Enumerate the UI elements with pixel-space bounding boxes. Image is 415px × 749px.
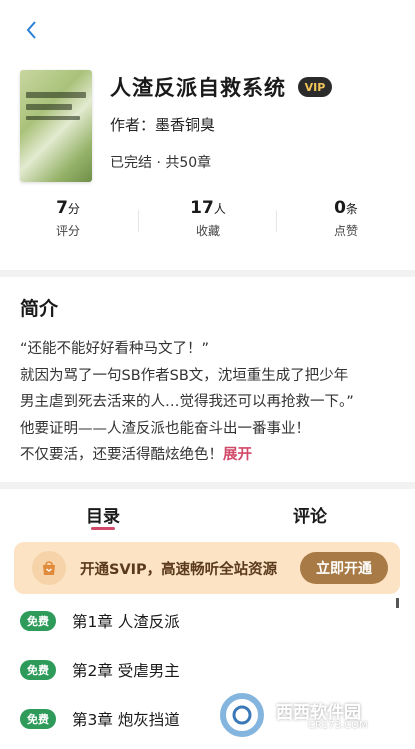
intro-line: “还能不能好好看种马文了！” [20, 341, 210, 357]
stat-likes[interactable]: 0条 点赞 [278, 198, 414, 239]
stat-unit: 人 [213, 202, 226, 216]
section-divider [0, 482, 415, 489]
vip-badge: VIP [298, 77, 332, 97]
intro-line: 男主虐到死去活来的人…觉得我还可以再抢救一下。” [20, 394, 354, 410]
free-badge: 免费 [20, 611, 56, 631]
stat-unit: 条 [345, 202, 358, 216]
chapter-item[interactable]: 免费 第1章 人渣反派 [20, 607, 380, 635]
svip-text: 开通SVIP，高速畅听全站资源 [80, 562, 278, 578]
intro-line: 就因为骂了一句SB作者SB文，沈垣重生成了把少年 [20, 367, 349, 384]
section-divider [0, 270, 415, 277]
intro-text: “还能不能好好看种马文了！” 就因为骂了一句SB作者SB文，沈垣重生成了把少年 … [20, 336, 400, 469]
watermark-url: CR173.COM [308, 720, 368, 731]
stat-favorites[interactable]: 17人 收藏 [140, 198, 276, 239]
open-svip-button[interactable]: 立即开通 [300, 552, 388, 584]
chevron-left-icon [26, 21, 36, 39]
stat-value: 7 [56, 198, 68, 218]
book-author[interactable]: 作者：墨香铜臭 [110, 114, 215, 135]
stats-row: 7分 评分 17人 收藏 0条 点赞 [0, 198, 415, 248]
site-watermark: 西西软件园 CR173.COM [216, 692, 398, 740]
stat-unit: 分 [67, 202, 80, 216]
free-badge: 免费 [20, 709, 56, 729]
chapter-title: 第2章 受虐男主 [72, 662, 180, 680]
chapter-item[interactable]: 免费 第2章 受虐男主 [20, 656, 380, 684]
active-tab-indicator [91, 527, 115, 530]
book-title: 人渣反派自救系统 [110, 76, 286, 100]
gift-bag-icon [32, 551, 66, 585]
intro-line: 不仅要活，还要活得酷炫绝色！ [20, 447, 223, 463]
scrollbar[interactable] [396, 598, 399, 608]
watermark-logo-icon [220, 693, 264, 737]
stat-value: 17 [190, 198, 214, 218]
stat-label: 点赞 [333, 224, 358, 238]
svip-banner[interactable]: 开通SVIP，高速畅听全站资源 立即开通 [14, 542, 400, 594]
stat-value: 0 [334, 198, 346, 218]
chapter-title: 第3章 炮灰挡道 [72, 711, 180, 729]
back-button[interactable] [20, 18, 44, 42]
expand-link[interactable]: 展开 [223, 447, 252, 463]
tab-catalog[interactable]: 目录 [86, 502, 120, 527]
stat-rating[interactable]: 7分 评分 [0, 198, 136, 239]
stat-label: 收藏 [195, 224, 220, 238]
free-badge: 免费 [20, 660, 56, 680]
tab-comments[interactable]: 评论 [293, 502, 327, 527]
book-status: 已完结 · 共50章 [110, 155, 212, 171]
divider [138, 210, 139, 232]
chapter-title: 第1章 人渣反派 [72, 613, 180, 631]
stat-label: 评分 [55, 224, 80, 238]
book-cover[interactable] [20, 70, 92, 182]
divider [276, 210, 277, 232]
intro-line: 他要证明——人渣反派也能奋斗出一番事业！ [20, 420, 310, 437]
intro-title: 简介 [20, 298, 59, 320]
